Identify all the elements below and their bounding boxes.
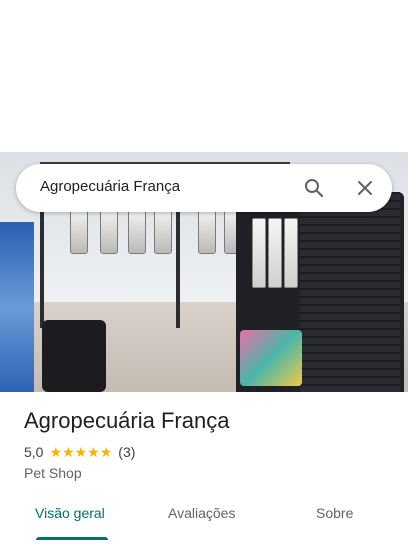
close-icon[interactable] [353,176,377,200]
photo-tube [252,218,266,288]
review-count[interactable]: (3) [118,444,135,460]
photo-tube [268,218,282,288]
photo-bags [0,222,34,392]
photo-dispenser [198,210,216,254]
tab-about[interactable]: Sobre [316,505,353,521]
top-blank-area [0,0,408,152]
rating-value: 5,0 [24,444,44,460]
search-input[interactable]: Agropecuária França [40,178,180,195]
photo-pole [40,208,44,328]
place-title: Agropecuária França [24,408,230,433]
tab-reviews[interactable]: Avaliações [168,505,235,521]
photo-dispenser [70,210,88,254]
photo-dispenser [128,210,146,254]
star-icon: ★ [74,444,88,460]
tab-overview[interactable]: Visão geral [35,505,105,521]
tab-active-indicator [36,537,108,540]
photo-dispenser [100,210,118,254]
photo-stand-face [300,192,400,392]
star-icon: ★ [49,444,63,460]
search-bar[interactable]: Agropecuária França [16,164,392,212]
star-icon: ★ [99,444,113,460]
photo-dispenser [154,210,172,254]
photo-tube [284,218,298,288]
photo-pole [176,208,180,328]
search-icon[interactable] [302,176,326,200]
rating-stars: ★ ★ ★ ★ ★ [49,445,112,459]
rating-row[interactable]: 5,0 ★ ★ ★ ★ ★ (3) [24,444,135,460]
photo-bag-dark [42,320,106,392]
photo-toys [240,330,302,386]
star-icon: ★ [62,444,75,460]
star-icon: ★ [87,444,100,460]
place-category[interactable]: Pet Shop [24,465,82,481]
tab-bar: Visão geral Avaliações Sobre [0,496,408,544]
